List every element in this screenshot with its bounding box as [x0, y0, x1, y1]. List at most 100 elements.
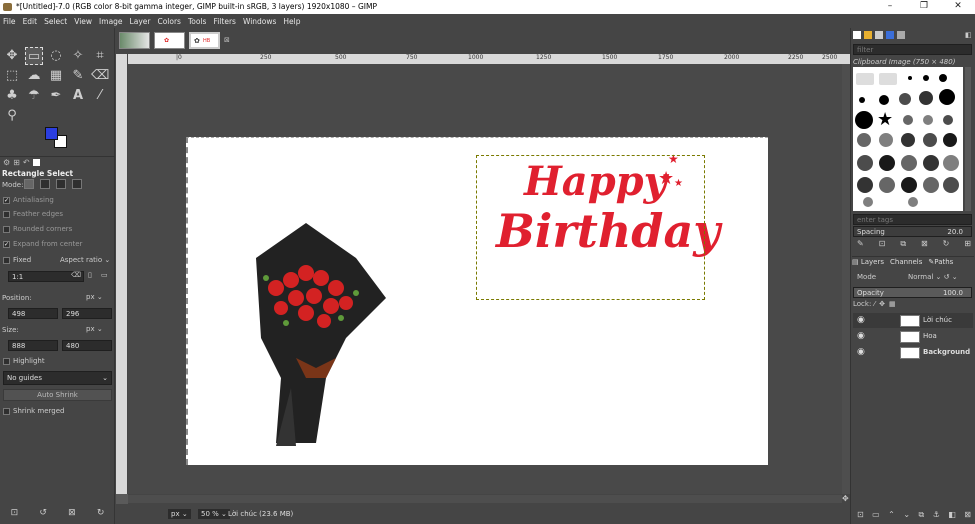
landscape-icon[interactable]: ▭ [101, 271, 108, 279]
edit-brush-icon[interactable]: ✎ [857, 239, 864, 249]
antialiasing-checkbox[interactable]: ✓ [3, 196, 10, 204]
mask-layer-icon[interactable]: ◧ [948, 510, 956, 520]
clear-ratio-icon[interactable]: ⌫ [71, 271, 81, 279]
menu-colors[interactable]: Colors [157, 17, 181, 26]
device-status-tab-icon[interactable]: ⊞ [13, 158, 20, 167]
brush-item[interactable] [943, 155, 959, 171]
lower-layer-icon[interactable]: ⌄ [903, 510, 910, 520]
eye-visibility-icon[interactable]: ◉ [857, 316, 865, 325]
raise-layer-icon[interactable]: ⌃ [888, 510, 895, 520]
brush-item[interactable] [863, 197, 873, 207]
mode-replace-icon[interactable] [24, 179, 34, 189]
layer-mode-select[interactable]: Normal ⌄ ↺ ⌄ [908, 273, 958, 281]
menu-edit[interactable]: Edit [23, 17, 38, 26]
layer-name[interactable]: Background [923, 345, 970, 360]
color-picker-tool-icon[interactable]: ⁄ [91, 87, 109, 105]
brush-item[interactable] [901, 177, 917, 193]
brush-item[interactable] [943, 177, 959, 193]
portrait-icon[interactable]: ▯ [88, 271, 92, 279]
rounded-corners-option[interactable]: Rounded corners [3, 225, 72, 233]
fixed-mode-select[interactable]: Aspect ratio ⌄ [60, 256, 110, 264]
selection-marquee[interactable] [476, 155, 705, 300]
close-button[interactable]: ✕ [941, 0, 975, 14]
clone-tool-icon[interactable]: ♣ [3, 87, 21, 105]
zoom-select[interactable]: 50 % ⌄ [198, 509, 230, 519]
brush-item[interactable] [908, 76, 912, 80]
antialiasing-option[interactable]: ✓ Antialiasing [3, 196, 54, 204]
image-tab-3-active[interactable]: ✿ HB [189, 32, 220, 49]
auto-shrink-button[interactable]: Auto Shrink [3, 389, 112, 401]
layer-row[interactable]: ◉ Background [853, 345, 973, 360]
new-brush-icon[interactable]: ⊡ [879, 239, 886, 249]
guides-select[interactable]: No guides ⌄ [3, 371, 112, 385]
maximize-button[interactable]: ❐ [907, 0, 941, 14]
layer-name[interactable]: Hoa [923, 329, 937, 344]
shrink-merged-checkbox[interactable] [3, 407, 10, 415]
eraser-tool-icon[interactable]: ⌫ [91, 67, 109, 85]
duplicate-brush-icon[interactable]: ⧉ [900, 239, 906, 249]
menu-image[interactable]: Image [99, 17, 123, 26]
brush-item[interactable] [901, 155, 917, 171]
fonts-tab-icon[interactable] [875, 31, 883, 39]
menu-layer[interactable]: Layer [130, 17, 151, 26]
brushes-tab-icon[interactable] [853, 31, 861, 39]
image-tab-1[interactable] [119, 32, 150, 49]
brush-item[interactable] [923, 133, 937, 147]
brush-item[interactable] [901, 133, 915, 147]
menu-file[interactable]: File [3, 17, 16, 26]
menu-windows[interactable]: Windows [243, 17, 276, 26]
brush-tags-input[interactable]: enter tags [853, 214, 972, 225]
highlight-checkbox[interactable] [3, 357, 10, 365]
fixed-option[interactable]: Fixed [3, 256, 31, 264]
brush-item[interactable] [857, 177, 873, 193]
warp-transform-tool-icon[interactable]: ☁ [25, 67, 43, 85]
quick-mask-toggle[interactable] [116, 494, 128, 504]
crop-tool-icon[interactable]: ⌗ [91, 47, 109, 65]
brush-item[interactable] [879, 177, 895, 193]
spacing-slider[interactable]: Spacing 20.0 [853, 226, 972, 237]
expand-from-center-checkbox[interactable]: ✓ [3, 240, 10, 248]
brush-item[interactable] [879, 133, 893, 147]
brush-item[interactable] [879, 73, 897, 85]
paths-tool-icon[interactable]: ✒ [47, 87, 65, 105]
lock-icons[interactable]: ⁄✥▦ [874, 300, 900, 308]
rounded-corners-checkbox[interactable] [3, 225, 10, 233]
minimize-button[interactable]: – [873, 0, 907, 14]
text-tool-icon[interactable]: A [69, 87, 87, 105]
horizontal-scrollbar[interactable] [128, 495, 842, 503]
move-tool-icon[interactable]: ✥ [3, 47, 21, 65]
navigate-icon[interactable]: ✥ [842, 494, 849, 503]
delete-brush-icon[interactable]: ⊠ [921, 239, 928, 249]
close-tab-icon[interactable]: ⊠ [224, 36, 230, 44]
bucket-fill-tool-icon[interactable]: ▦ [47, 67, 65, 85]
menu-view[interactable]: View [74, 17, 92, 26]
shrink-merged-option[interactable]: Shrink merged [3, 407, 65, 415]
expand-from-center-option[interactable]: ✓ Expand from center [3, 240, 82, 248]
mode-subtract-icon[interactable] [56, 179, 66, 189]
channels-tab[interactable]: Channels [890, 258, 922, 266]
layer-row[interactable]: ◉ Hoa [853, 329, 973, 344]
smudge-tool-icon[interactable]: ☂ [25, 87, 43, 105]
document-history-tab-icon[interactable] [886, 31, 894, 39]
brush-scrollbar[interactable] [965, 67, 971, 211]
mode-intersect-icon[interactable] [72, 179, 82, 189]
menu-tools[interactable]: Tools [188, 17, 206, 26]
restore-options-icon[interactable]: ↺ [39, 508, 47, 518]
unit-select[interactable]: px ⌄ [168, 509, 191, 519]
opacity-slider[interactable]: Opacity 100.0 [853, 287, 972, 298]
anchor-layer-icon[interactable]: ⚓ [933, 510, 940, 520]
brush-item[interactable] [908, 197, 918, 207]
templates-tab-icon[interactable] [897, 31, 905, 39]
rect-select-tool-icon[interactable]: ▭ [25, 47, 43, 65]
new-layer-icon[interactable]: ⊡ [857, 510, 864, 520]
foreground-color-swatch-top[interactable] [45, 127, 58, 140]
fixed-checkbox[interactable] [3, 256, 10, 264]
reset-options-icon[interactable]: ↻ [97, 508, 105, 518]
paths-tab[interactable]: ✎Paths [928, 258, 953, 266]
brush-item[interactable] [857, 133, 871, 147]
brush-item[interactable] [943, 115, 953, 125]
size-height-input[interactable]: 480 [62, 340, 112, 351]
layer-name[interactable]: Lời chúc [923, 313, 952, 328]
brush-item[interactable] [923, 155, 939, 171]
brush-item[interactable] [855, 111, 873, 129]
